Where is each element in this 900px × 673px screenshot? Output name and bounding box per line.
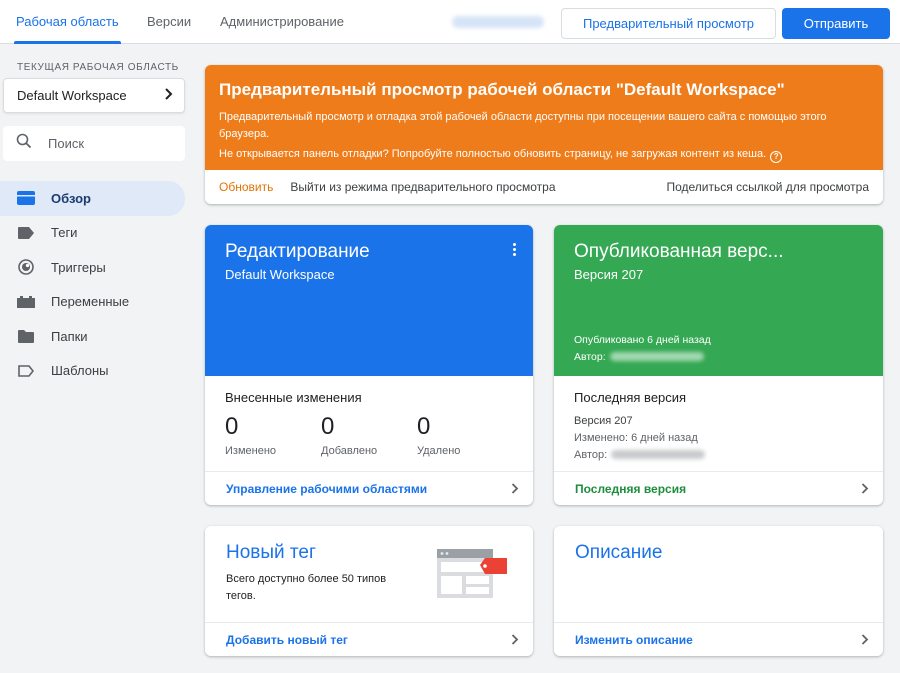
latest-version-title: Последняя версия [574, 390, 687, 405]
footer-label: Управление рабочими областями [226, 481, 428, 496]
author-email-redacted [609, 352, 704, 361]
workspace-label: ТЕКУЩАЯ РАБОЧАЯ ОБЛАСТЬ [17, 62, 179, 73]
latest-version-number: Версия 207 [574, 415, 633, 427]
submit-button[interactable]: Отправить [782, 8, 890, 39]
overview-icon [17, 189, 35, 207]
preview-banner-title: Предварительный просмотр рабочей области… [219, 80, 785, 99]
sidebar-item-tags[interactable]: Теги [0, 216, 185, 251]
search-box[interactable] [3, 126, 185, 161]
chevron-right-icon [511, 634, 519, 645]
author-label: Автор: [574, 351, 606, 363]
counter-value: 0 [417, 413, 431, 440]
search-input[interactable] [48, 136, 168, 151]
footer-label: Добавить новый тег [226, 632, 348, 647]
editing-card-header: Редактирование Default Workspace [205, 225, 533, 376]
description-card: Описание Изменить описание [554, 526, 883, 656]
help-icon[interactable]: ? [770, 150, 783, 163]
tab-workspace[interactable]: Рабочая область [14, 0, 121, 44]
tab-versions[interactable]: Версии [147, 0, 191, 44]
refresh-link[interactable]: Обновить [219, 180, 273, 194]
counter-label: Добавлено [321, 445, 378, 457]
new-tag-card: Новый тег Всего доступно более 50 типов … [205, 526, 533, 656]
add-new-tag-link[interactable]: Добавить новый тег [205, 622, 533, 656]
share-preview-link[interactable]: Поделиться ссылкой для просмотра [666, 180, 869, 194]
sidebar-item-label: Папки [51, 328, 88, 344]
counter-added: 0 Добавлено [321, 413, 417, 457]
author-label: Автор: [574, 449, 608, 461]
preview-banner-body: Предварительный просмотр рабочей области… [205, 65, 883, 170]
sidebar-item-triggers[interactable]: Триггеры [0, 250, 185, 285]
new-tag-text: Всего доступно более 50 типов тегов. [226, 573, 387, 602]
chevron-right-icon [861, 483, 869, 494]
counter-label: Удалено [417, 445, 461, 457]
search-icon [16, 133, 32, 154]
preview-button[interactable]: Предварительный просмотр [561, 8, 776, 39]
published-card-subtitle: Версия 207 [574, 267, 644, 282]
chevron-right-icon [861, 634, 869, 645]
variables-icon [17, 293, 35, 311]
editing-card-title: Редактирование [225, 241, 370, 262]
trigger-icon [17, 258, 35, 276]
preview-banner-hint-text: Не открывается панель отладки? Попробуйт… [219, 148, 767, 160]
folder-icon [17, 327, 35, 345]
manage-workspaces-link[interactable]: Управление рабочими областями [205, 471, 533, 505]
sidebar-nav: Обзор Теги Триггеры Переменные Папки Шаб… [0, 181, 185, 388]
changes-section: Внесенные изменения 0 Изменено 0 Добавле… [205, 376, 533, 471]
preview-banner-text: Предварительный просмотр и отладка этой … [219, 111, 827, 140]
sidebar-item-label: Шаблоны [51, 363, 109, 379]
description-title: Описание [575, 542, 663, 563]
chevron-right-icon [511, 483, 519, 494]
published-date: Опубликовано 6 дней назад [574, 334, 711, 346]
workspace-name: Default Workspace [17, 88, 127, 103]
counter-modified: 0 Изменено [225, 413, 321, 457]
sidebar-item-folders[interactable]: Папки [0, 319, 185, 354]
editing-card: Редактирование Default Workspace Внесенн… [205, 225, 533, 505]
author-email-redacted [611, 450, 706, 459]
sidebar-item-label: Переменные [51, 294, 130, 310]
counter-value: 0 [225, 413, 239, 440]
footer-label: Изменить описание [575, 632, 693, 647]
changes-title: Внесенные изменения [225, 390, 362, 405]
preview-banner-hint: Не открывается панель отладки? Попробуйт… [219, 146, 867, 163]
workspace-selector[interactable]: Default Workspace [3, 78, 185, 113]
preview-banner: Предварительный просмотр рабочей области… [205, 65, 883, 204]
changes-counters: 0 Изменено 0 Добавлено 0 Удалено [225, 413, 513, 457]
published-card-title: Опубликованная верс... [574, 241, 784, 262]
published-card-header: Опубликованная верс... Версия 207 Опубли… [554, 225, 883, 376]
more-vert-icon[interactable] [511, 243, 517, 256]
counter-deleted: 0 Удалено [417, 413, 513, 457]
tag-illustration-icon [437, 549, 509, 606]
latest-version-section: Последняя версия Версия 207 Изменено: 6 … [554, 376, 883, 471]
tag-icon [17, 224, 35, 242]
published-author: Автор: [574, 349, 711, 366]
tab-admin[interactable]: Администрирование [220, 0, 344, 44]
preview-banner-actions: Обновить Выйти из режима предварительног… [205, 170, 883, 204]
latest-version-author: Автор: [574, 447, 863, 464]
counter-label: Изменено [225, 445, 277, 457]
counter-value: 0 [321, 413, 335, 440]
editing-card-subtitle: Default Workspace [225, 267, 335, 282]
exit-preview-link[interactable]: Выйти из режима предварительного просмот… [290, 180, 555, 194]
latest-version-link[interactable]: Последняя версия [554, 471, 883, 505]
chevron-right-icon [164, 88, 174, 103]
sidebar-item-overview[interactable]: Обзор [0, 181, 185, 216]
account-id-redacted [452, 16, 544, 28]
sidebar-item-variables[interactable]: Переменные [0, 285, 185, 320]
sidebar-item-label: Обзор [51, 190, 91, 206]
footer-label: Последняя версия [575, 481, 687, 496]
sidebar-item-templates[interactable]: Шаблоны [0, 354, 185, 389]
sidebar-item-label: Триггеры [51, 259, 106, 275]
published-card: Опубликованная верс... Версия 207 Опубли… [554, 225, 883, 505]
template-icon [17, 362, 35, 380]
top-bar: Рабочая область Версии Администрирование… [0, 0, 900, 44]
published-meta: Опубликовано 6 дней назад Автор: [574, 332, 711, 366]
new-tag-title: Новый тег [226, 542, 316, 563]
edit-description-link[interactable]: Изменить описание [554, 622, 883, 656]
sidebar-item-label: Теги [51, 225, 78, 241]
latest-version-changed: Изменено: 6 дней назад [574, 432, 698, 444]
